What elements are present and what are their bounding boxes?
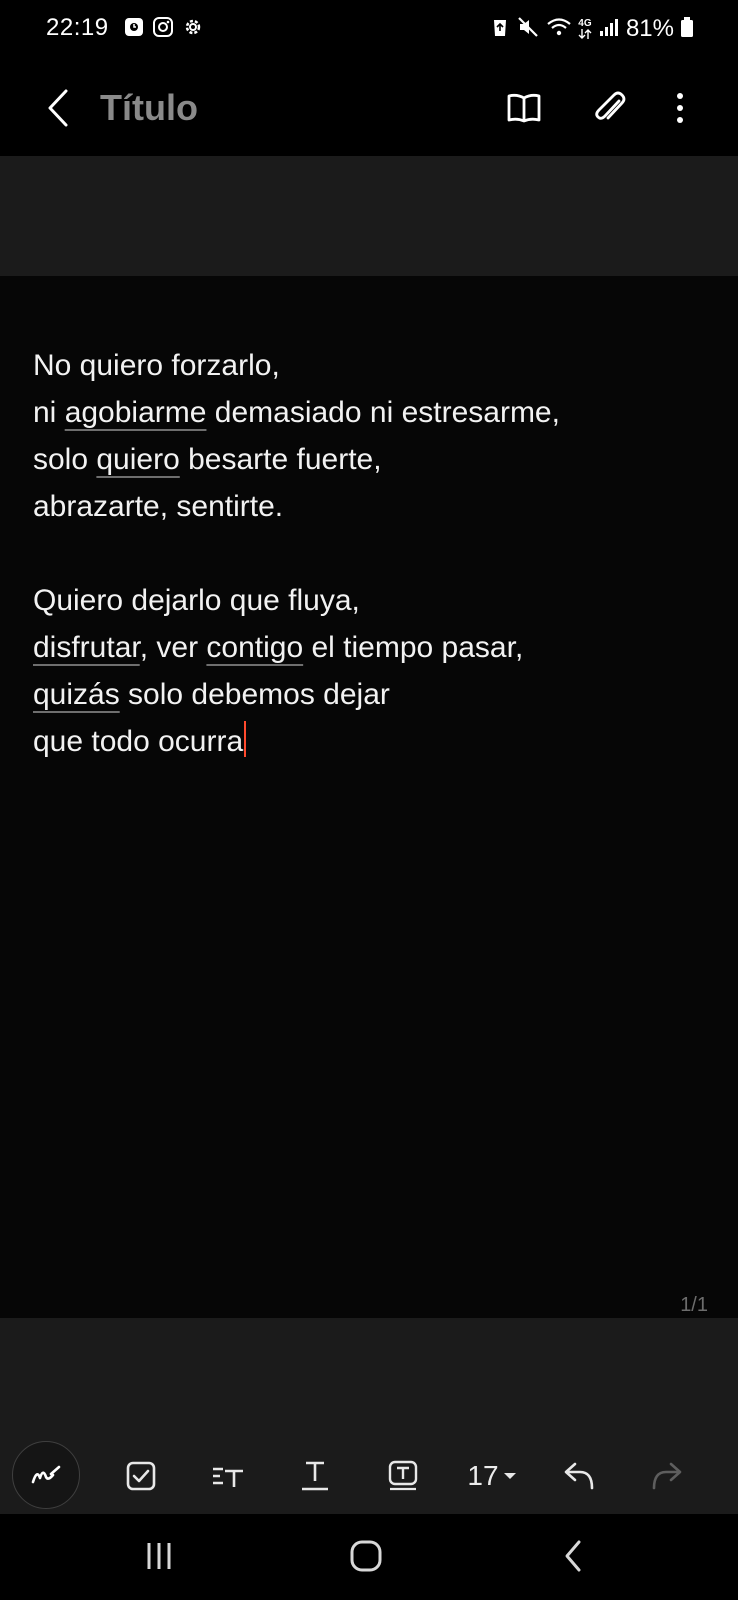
network-type-label: 4G [578,17,592,29]
wifi-icon [546,16,572,43]
note-line-2: ni agobiarme demasiado ni estresarme, [33,389,713,436]
signal-icon [598,16,620,43]
more-options-button[interactable] [654,82,706,134]
line-text: abrazarte, sentirte. [33,490,284,523]
spellcheck-word[interactable]: quiero [96,443,179,476]
status-left-icons [124,16,204,42]
line-text: solo debemos dejar [119,678,390,711]
note-header-strip [0,156,738,276]
battery-icon [680,16,694,43]
battery-percentage: 81% [625,15,674,42]
chevron-down-icon [503,1473,516,1479]
spellcheck-word[interactable]: contigo [206,631,303,664]
back-icon [48,89,68,127]
redo-icon [652,1462,682,1490]
pen-mode-button[interactable] [12,1441,80,1509]
spellcheck-word[interactable]: agobiarme [65,396,207,429]
underline-text-icon [302,1461,328,1491]
font-size-value: 17 [467,1460,499,1491]
text-box-icon [388,1460,418,1491]
home-button[interactable] [326,1526,406,1586]
instagram-icon [152,16,174,43]
note-line-8: quizás solo debemos dejar [33,671,713,718]
back-nav-icon [565,1540,581,1572]
text-style-icon [213,1467,243,1487]
note-line-9: que todo ocurra [33,718,713,765]
back-button[interactable] [38,84,78,132]
network-4g-icon: 4G [578,17,592,40]
underline-text-button[interactable] [284,1444,346,1508]
text-style-button[interactable] [197,1444,259,1508]
status-right-icons: 4G 81% [490,14,694,44]
reading-mode-book-icon [507,93,541,123]
line-text: No quiero forzarlo, [33,349,280,382]
attach-paperclip-icon [595,91,626,120]
notification-badge-icon [124,17,144,42]
note-line-4: abrazarte, sentirte. [33,483,713,530]
status-bar: 22:19 4G 81% [0,0,738,60]
status-time: 22:19 [46,14,109,41]
pen-icon [31,1465,61,1484]
recents-icon [147,1543,171,1569]
line-text: , ver [139,631,207,664]
note-editor[interactable]: No quiero forzarlo, ni agobiarme demasia… [0,276,738,1318]
note-line-5 [33,530,713,577]
line-text: que todo ocurra [33,725,244,758]
note-line-1: No quiero forzarlo, [33,342,713,389]
note-line-7: disfrutar, ver contigo el tiempo pasar, [33,624,713,671]
mute-icon [516,16,540,43]
undo-button[interactable] [548,1444,610,1508]
spellcheck-word[interactable]: disfrutar [33,631,140,664]
note-title-input[interactable] [100,84,460,132]
spellcheck-word[interactable]: quizás [33,678,120,711]
line-text: solo [33,443,97,476]
system-nav-bar [0,1514,738,1600]
line-text: el tiempo pasar, [303,631,524,664]
back-nav-button[interactable] [533,1526,613,1586]
note-text[interactable]: No quiero forzarlo, ni agobiarme demasia… [33,342,713,765]
line-text: ni [33,396,65,429]
recycle-icon [490,16,510,43]
note-line-6: Quiero dejarlo que fluya, [33,577,713,624]
settings-gear-icon [182,16,204,43]
font-size-dropdown[interactable]: 17 [454,1444,530,1508]
recents-button[interactable] [119,1526,199,1586]
redo-button[interactable] [636,1444,698,1508]
reading-mode-button[interactable] [498,82,550,134]
note-line-3: solo quiero besarte fuerte, [33,436,713,483]
page-indicator: 1/1 [680,1294,708,1316]
keyboard-area-panel [0,1318,738,1438]
checkbox-icon [126,1461,156,1491]
attach-button[interactable] [584,82,636,134]
line-text: besarte fuerte, [179,443,382,476]
note-title-bar [0,60,738,156]
line-text: Quiero dejarlo que fluya, [33,584,360,617]
checklist-button[interactable] [110,1444,172,1508]
text-cursor [244,721,247,757]
format-toolbar: 17 [0,1438,738,1514]
more-options-icon [677,93,683,123]
line-text: demasiado ni estresarme, [206,396,560,429]
text-box-button[interactable] [372,1444,434,1508]
undo-icon [564,1462,594,1490]
home-icon [350,1540,382,1572]
